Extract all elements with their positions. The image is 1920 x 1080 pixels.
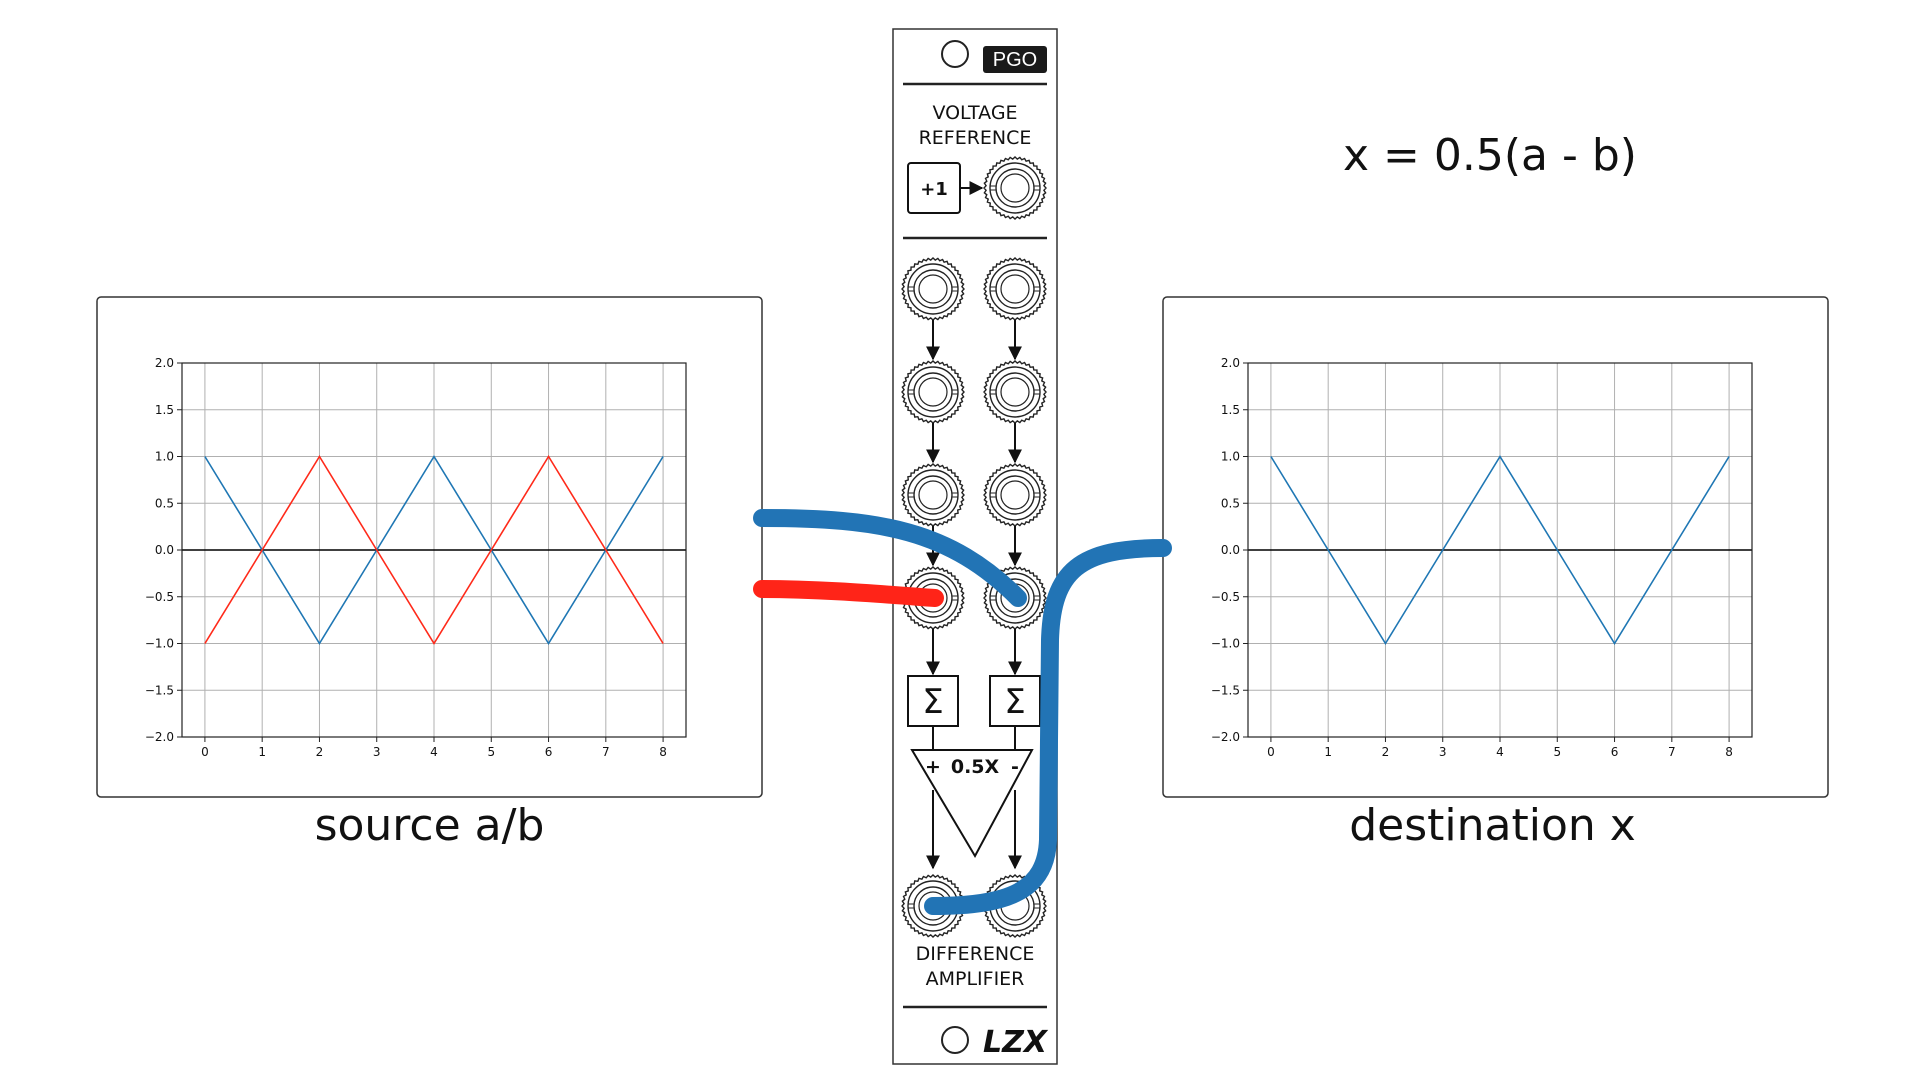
destination-caption: destination x xyxy=(1349,800,1636,851)
y-tick-label: −2.0 xyxy=(1211,730,1240,744)
x-tick-label: 3 xyxy=(1439,745,1447,759)
amp-label-gain: 0.5X xyxy=(951,756,1000,778)
sum-symbol-a: Σ xyxy=(922,682,943,722)
x-tick-label: 7 xyxy=(602,745,610,759)
y-tick-label: 2.0 xyxy=(1221,356,1240,370)
jack-input-a-2[interactable] xyxy=(901,360,965,424)
x-tick-label: 2 xyxy=(316,745,324,759)
jack-input-b-2[interactable] xyxy=(983,360,1047,424)
jack-input-b-3[interactable] xyxy=(983,463,1047,527)
section-title-voltage: VOLTAGE xyxy=(932,102,1017,124)
x-tick-label: 2 xyxy=(1382,745,1390,759)
jack-input-a-1[interactable] xyxy=(901,257,965,321)
sum-symbol-b: Σ xyxy=(1004,682,1025,722)
screw-hole-bottom xyxy=(941,1026,969,1054)
section-title-amplifier: AMPLIFIER xyxy=(926,968,1025,990)
amp-label-minus: - xyxy=(1011,756,1019,778)
x-tick-label: 0 xyxy=(1267,745,1275,759)
source-chart-frame xyxy=(96,296,763,798)
y-tick-label: −0.5 xyxy=(145,590,174,604)
destination-chart-frame xyxy=(1162,296,1829,798)
y-tick-label: 1.0 xyxy=(155,450,174,464)
plus-one-label: +1 xyxy=(920,179,948,200)
screw-hole-top xyxy=(941,40,969,68)
x-tick-label: 5 xyxy=(487,745,495,759)
x-tick-label: 8 xyxy=(659,745,667,759)
y-tick-label: −1.5 xyxy=(145,683,174,697)
y-tick-label: 0.5 xyxy=(1221,496,1240,510)
x-tick-label: 5 xyxy=(1553,745,1561,759)
jack-input-a-3[interactable] xyxy=(901,463,965,527)
x-tick-label: 4 xyxy=(1496,745,1504,759)
formula-text: x = 0.5(a - b) xyxy=(1343,130,1637,181)
jack-input-b-1[interactable] xyxy=(983,257,1047,321)
y-tick-label: −2.0 xyxy=(145,730,174,744)
x-tick-label: 7 xyxy=(1668,745,1676,759)
patch-cable-red-b[interactable] xyxy=(753,580,944,607)
y-tick-label: 2.0 xyxy=(155,356,174,370)
x-tick-label: 6 xyxy=(545,745,553,759)
x-tick-label: 8 xyxy=(1725,745,1733,759)
x-tick-label: 1 xyxy=(258,745,266,759)
y-tick-label: 0.5 xyxy=(155,496,174,510)
y-tick-label: −1.0 xyxy=(145,637,174,651)
y-tick-label: 1.5 xyxy=(155,403,174,417)
y-tick-label: 1.0 xyxy=(1221,450,1240,464)
pgo-badge-text: PGO xyxy=(993,49,1037,71)
x-tick-label: 6 xyxy=(1611,745,1619,759)
lzx-logo: LZX xyxy=(983,1025,1049,1060)
x-tick-label: 0 xyxy=(201,745,209,759)
section-title-reference: REFERENCE xyxy=(919,127,1032,149)
y-tick-label: 0.0 xyxy=(155,543,174,557)
y-tick-label: 1.5 xyxy=(1221,403,1240,417)
section-title-difference: DIFFERENCE xyxy=(916,943,1035,965)
y-tick-label: 0.0 xyxy=(1221,543,1240,557)
amp-label-plus: + xyxy=(925,756,941,778)
y-tick-label: −0.5 xyxy=(1211,590,1240,604)
jack-voltage-reference-out[interactable] xyxy=(983,156,1047,220)
source-caption: source a/b xyxy=(314,800,545,851)
x-tick-label: 1 xyxy=(1324,745,1332,759)
x-tick-label: 3 xyxy=(373,745,381,759)
y-tick-label: −1.0 xyxy=(1211,637,1240,651)
y-tick-label: −1.5 xyxy=(1211,683,1240,697)
x-tick-label: 4 xyxy=(430,745,438,759)
